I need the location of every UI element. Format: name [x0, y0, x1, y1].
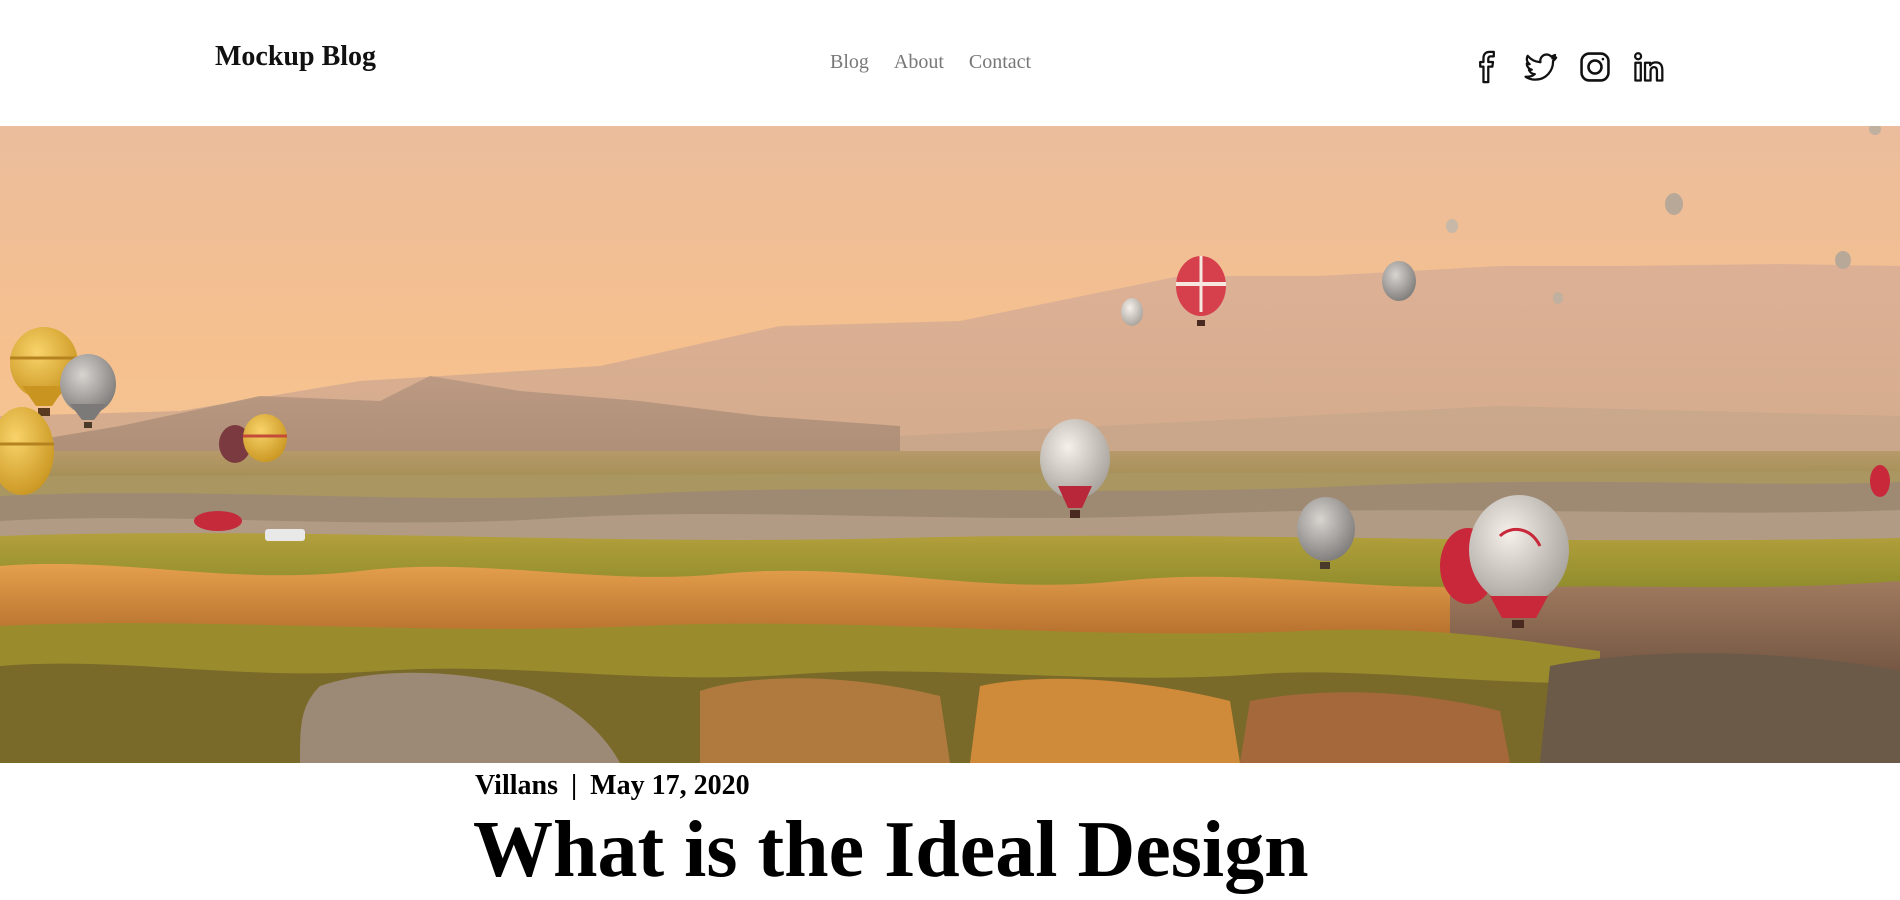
nav-link-about[interactable]: About [894, 49, 944, 75]
post-title: What is the Ideal Design [473, 806, 1309, 894]
hero-image [0, 126, 1900, 763]
meta-separator: | [571, 770, 578, 801]
nav-link-contact[interactable]: Contact [969, 49, 1031, 75]
linkedin-icon[interactable] [1632, 50, 1666, 84]
post-author[interactable]: Villans [475, 770, 558, 801]
post-date: May 17, 2020 [590, 770, 750, 801]
site-logo[interactable]: Mockup Blog [215, 38, 376, 76]
social-links [1470, 50, 1666, 84]
facebook-icon[interactable] [1470, 50, 1504, 84]
nav-link-blog[interactable]: Blog [830, 49, 869, 75]
site-header: Mockup Blog Blog About Contact [0, 0, 1900, 126]
post-meta: Villans | May 17, 2020 [475, 768, 750, 804]
instagram-icon[interactable] [1578, 50, 1612, 84]
twitter-icon[interactable] [1524, 50, 1558, 84]
main-nav: Blog About Contact [830, 49, 1031, 75]
